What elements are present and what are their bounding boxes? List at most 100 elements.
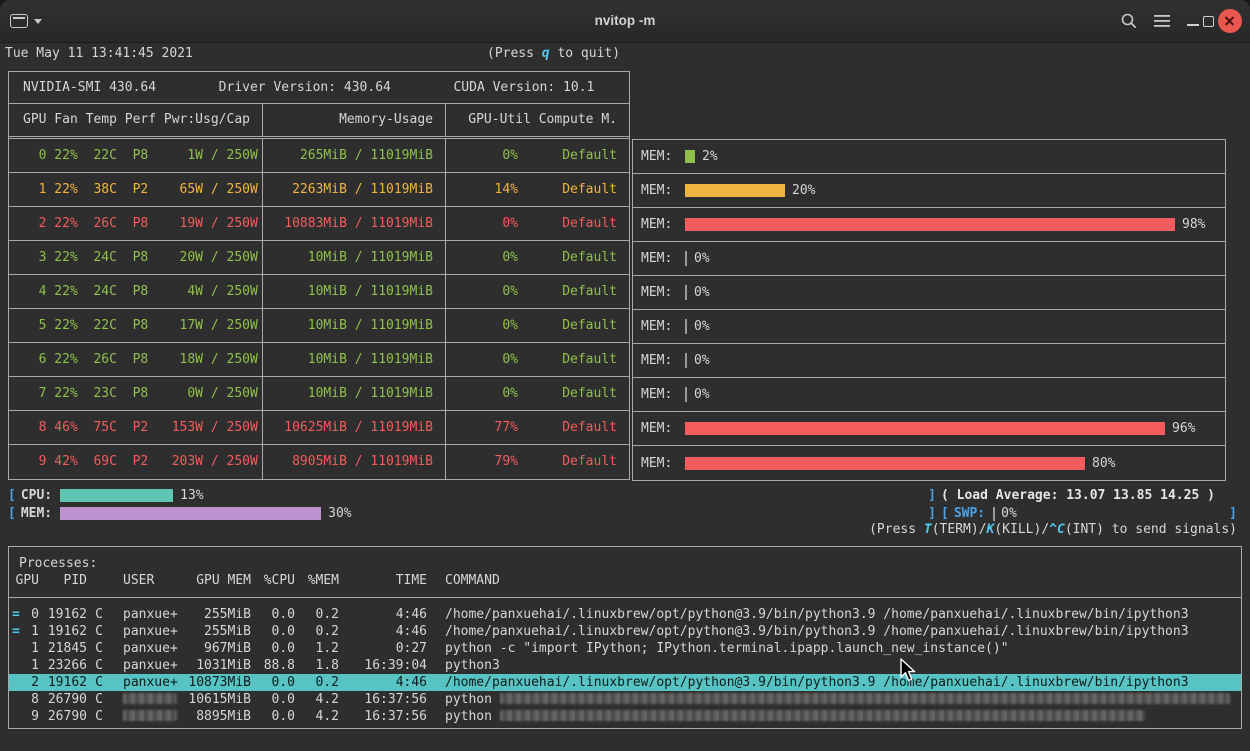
gpu-mem-bar-row: MEM: 80% (633, 446, 1225, 480)
gpu-table-row: 2 22% 26C P8 19W / 250W 10883MiB / 11019M… (9, 207, 629, 241)
datetime-text: Tue May 11 13:41:45 2021 (5, 46, 193, 61)
process-row[interactable]: 2 19162 Cpanxue+ 10873MiB 0.0 0.2 4:46/home/pa… (9, 674, 1241, 691)
process-row[interactable]: 8 26790 C 10615MiB 0.0 4.2 16:37:56 python (9, 691, 1241, 708)
process-pid: 26790 (47, 709, 87, 724)
process-row[interactable]: = 1 19162 Cpanxue+ 255MiB 0.0 0.2 4:46/home/pan… (9, 623, 1241, 640)
swap-meter-label: SWP: (953, 506, 986, 521)
menu-button[interactable] (1154, 8, 1170, 34)
process-cpu-pct: 0.0 (271, 675, 295, 690)
restore-button[interactable] (1203, 8, 1214, 34)
header-time: TIME (395, 573, 427, 588)
gpu-info: 8 46% 75C P2 153W / 250W (9, 411, 263, 444)
mem-bar-pct: 2% (702, 149, 718, 164)
minimize-button[interactable] (1187, 8, 1199, 34)
process-gpu: 8 (31, 692, 39, 707)
process-pid: 23266 (47, 658, 87, 673)
process-time: 4:46 (395, 607, 427, 622)
gpu-compute-mode: Default (562, 284, 617, 299)
mem-bar-zero (685, 387, 687, 402)
mem-bar-fill (685, 218, 1175, 231)
header-gpu-mem: GPU MEM (196, 573, 251, 588)
quit-hint: (Press q to quit) (487, 46, 621, 61)
process-row[interactable]: 1 23266 Cpanxue+ 1031MiB 88.8 1.8 16:39:04 pyth… (9, 657, 1241, 674)
hamburger-icon (1154, 15, 1170, 27)
process-type: C (95, 607, 103, 622)
load-average-text: ( Load Average: 13.07 13.85 14.25 ) (941, 488, 1215, 503)
gpu-compute-mode: Default (562, 216, 617, 231)
process-pid: 19162 (47, 607, 87, 622)
process-command: python -c "import IPython; IPython.termi… (445, 641, 1009, 656)
processes-panel: Processes: GPU PID USER GPU MEM %CPU %ME… (8, 546, 1242, 729)
process-command: python3 (445, 658, 500, 673)
mem-bar-pct: 0% (694, 285, 710, 300)
terminal-window: nvitop -m Tue May 11 13:41:45 2021 (Pres… (0, 0, 1250, 751)
process-row[interactable]: 9 26790 C 8895MiB 0.0 4.2 16:37:56 python (9, 708, 1241, 725)
gpu-util: 79% (494, 454, 518, 469)
search-button[interactable] (1120, 8, 1138, 34)
process-gpu-mem: 255MiB (204, 607, 251, 622)
process-row[interactable]: 1 21845 Cpanxue+ 967MiB 0.0 1.2 0:27 python -c … (9, 640, 1241, 657)
redacted-command (499, 693, 1230, 704)
process-command: /home/panxuehai/.linuxbrew/opt/python@3.… (445, 675, 1189, 690)
gpu-table-row: 0 22% 22C P8 1W / 250W 265MiB / 11019MiB 0… (9, 139, 629, 173)
process-command: /home/panxuehai/.linuxbrew/opt/python@3.… (445, 624, 1189, 639)
gpu-table-row: 1 22% 38C P2 65W / 250W 2263MiB / 11019Mi… (9, 173, 629, 207)
mem-bar-fill (685, 184, 785, 197)
gpu-table-row: 9 42% 69C P2 203W / 250W 8905MiB / 11019M… (9, 445, 629, 479)
smi-banner: NVIDIA-SMI 430.64 Driver Version: 430.64… (9, 72, 629, 104)
smi-table-header: GPU Fan Temp Perf Pwr:Usg/Cap Memory-Usa… (9, 104, 629, 139)
process-user: panxue+ (123, 675, 178, 690)
process-type: C (95, 692, 103, 707)
process-mem-pct: 4.2 (315, 692, 339, 707)
process-time: 4:46 (395, 675, 427, 690)
gpu-memory-usage: 10883MiB / 11019MiB (263, 207, 446, 240)
process-type: C (95, 641, 103, 656)
mem-bar-label: MEM: (641, 319, 673, 334)
gpu-mem-bar-row: MEM: 0% (633, 310, 1225, 344)
cpu-meter-label: CPU: (20, 488, 53, 503)
gpu-table-row: 6 22% 26C P8 18W / 250W 10MiB / 11019MiB 0… (9, 343, 629, 377)
mem-bar-label: MEM: (641, 183, 673, 198)
swap-meter: [ SWP: 0% ] (941, 506, 1237, 521)
mem-bar-fill (685, 422, 1165, 435)
gpu-mem-bar-row: MEM: 0% (633, 378, 1225, 412)
mem-bar-fill (685, 150, 695, 163)
gpu-info: 0 22% 22C P8 1W / 250W (9, 139, 263, 172)
gpu-memory-usage: 10MiB / 11019MiB (263, 241, 446, 274)
gpu-mem-bar-row: MEM: 0% (633, 344, 1225, 378)
process-command: python (445, 691, 1241, 708)
mem-bar-zero (685, 285, 687, 300)
gpu-memory-usage: 10MiB / 11019MiB (263, 343, 446, 376)
mem-bar-label: MEM: (641, 285, 673, 300)
mem-bar-pct: 98% (1182, 217, 1206, 232)
gpu-table-row: 8 46% 75C P2 153W / 250W 10625MiB / 11019… (9, 411, 629, 445)
gpu-memory-usage: 8905MiB / 11019MiB (263, 445, 446, 479)
mem-bar-fill (60, 507, 322, 520)
mem-bar-pct: 80% (1092, 455, 1116, 471)
process-pid: 19162 (47, 675, 87, 690)
close-button[interactable] (1218, 9, 1242, 33)
process-cpu-pct: 0.0 (271, 641, 295, 656)
quit-key: q (541, 46, 550, 61)
minimize-icon (1187, 24, 1199, 26)
process-type: C (95, 709, 103, 724)
mem-bar-pct: 0% (694, 353, 710, 368)
process-gpu: 1 (31, 658, 39, 673)
restore-icon (1203, 15, 1214, 27)
gpu-util: 0% (502, 284, 518, 299)
header-command: COMMAND (445, 573, 500, 588)
gpu-compute-mode: Default (562, 386, 617, 401)
process-user: panxue+ (123, 624, 178, 639)
swap-bar-zero (993, 506, 996, 521)
gpu-mem-bar-row: MEM: 98% (633, 208, 1225, 242)
process-gpu-mem: 10873MiB (188, 675, 251, 690)
processes-title: Processes: (19, 556, 98, 571)
process-user (111, 691, 187, 708)
process-row[interactable]: = 0 19162 Cpanxue+ 255MiB 0.0 0.2 4:46/home/pan… (9, 606, 1241, 623)
gpu-table-row: 4 22% 24C P8 4W / 250W 10MiB / 11019MiB 0%… (9, 275, 629, 309)
header-gpu: GPU (15, 573, 39, 588)
process-cpu-pct: 88.8 (263, 658, 295, 673)
mem-meter: [ MEM: 30% ] (8, 506, 936, 521)
process-table-header: GPU PID USER GPU MEM %CPU %MEM TIME COMM… (9, 572, 1241, 589)
search-icon (1121, 13, 1137, 29)
